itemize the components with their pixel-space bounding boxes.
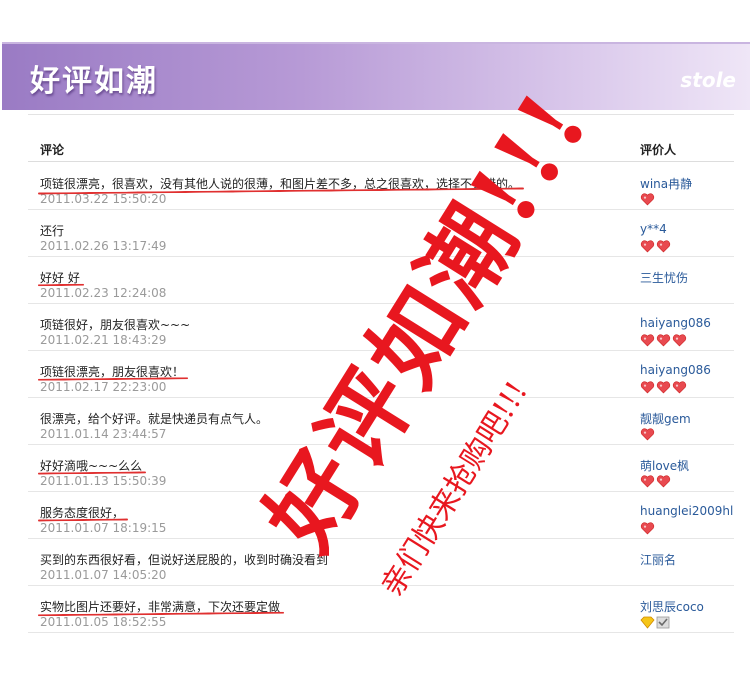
review-date: 2011.01.07 14:05:20: [40, 568, 167, 582]
heart-icon: [640, 379, 655, 394]
review-comment: 还行: [40, 224, 65, 238]
verified-icon: [656, 614, 671, 629]
reviewer-rating: [640, 379, 687, 394]
heart-icon: [640, 520, 655, 535]
heart-icon: [672, 332, 687, 347]
header-comment: 评论: [40, 143, 65, 157]
table-header: 评论 评价人: [28, 132, 734, 162]
reviewer-link[interactable]: wina冉静: [640, 175, 692, 192]
table-row: 项链很漂亮，很喜欢，没有其他人说的很薄，和图片差不多，总之很喜欢，选择不会错的。…: [28, 163, 734, 210]
heart-icon: [672, 379, 687, 394]
heart-icon: [640, 473, 655, 488]
table-row: 实物比图片还要好，非常满意，下次还要定做 2011.01.05 18:52:55 刘…: [28, 586, 734, 633]
table-row: 好好滴哦~~~么么 2011.01.13 15:50:39 萌love枫: [28, 445, 734, 492]
table-row: 项链很好，朋友很喜欢~~~ 2011.02.21 18:43:29 haiyang0…: [28, 304, 734, 351]
divider: [28, 114, 734, 115]
diamond-icon: [640, 614, 655, 629]
heart-icon: [640, 332, 655, 347]
heart-icon: [640, 238, 655, 253]
heart-icon: [656, 332, 671, 347]
reviewer-link[interactable]: haiyang086: [640, 363, 711, 377]
review-date: 2011.01.05 18:52:55: [40, 615, 167, 629]
header-reviewer: 评价人: [640, 143, 677, 157]
review-comment: 项链很好，朋友很喜欢~~~: [40, 318, 191, 332]
heart-icon: [656, 379, 671, 394]
reviewer-link[interactable]: 靓靓gem: [640, 410, 691, 427]
heart-icon: [656, 238, 671, 253]
review-date: 2011.01.13 15:50:39: [40, 474, 167, 488]
heart-icon: [640, 426, 655, 441]
review-date: 2011.01.14 23:44:57: [40, 427, 167, 441]
review-date: 2011.02.17 22:23:00: [40, 380, 167, 394]
table-row: 服务态度很好， 2011.01.07 18:19:15 huanglei2009hl: [28, 492, 734, 539]
reviewer-link[interactable]: 江丽名: [640, 551, 676, 568]
reviewer-link[interactable]: 刘思辰coco: [640, 598, 704, 615]
heart-icon: [640, 191, 655, 206]
banner: 好评如潮 stole: [2, 42, 750, 110]
reviewer-link[interactable]: haiyang086: [640, 316, 711, 330]
reviewer-link[interactable]: 萌love枫: [640, 457, 689, 474]
banner-title: 好评如潮: [30, 64, 158, 99]
reviewer-rating: [640, 238, 671, 253]
reviewer-rating: [640, 614, 671, 629]
reviewer-rating: [640, 426, 655, 441]
table-row: 很漂亮，给个好评。就是快递员有点气人。 2011.01.14 23:44:57 靓靓…: [28, 398, 734, 445]
table-row: 好好 好 2011.02.23 12:24:08 三生忧伤: [28, 257, 734, 304]
brand-logo: stole: [680, 68, 736, 92]
reviewer-link[interactable]: 三生忧伤: [640, 269, 688, 286]
reviewer-rating: [640, 473, 671, 488]
reviewer-rating: [640, 332, 687, 347]
review-comment: 买到的东西很好看，但说好送屁股的，收到时确没看到: [40, 553, 329, 567]
review-date: 2011.02.23 12:24:08: [40, 286, 167, 300]
reviewer-link[interactable]: y**4: [640, 222, 667, 236]
table-row: 买到的东西很好看，但说好送屁股的，收到时确没看到 2011.01.07 14:05…: [28, 539, 734, 586]
review-date: 2011.02.21 18:43:29: [40, 333, 167, 347]
table-row: 项链很漂亮，朋友很喜欢！ 2011.02.17 22:23:00 haiyang08…: [28, 351, 734, 398]
table-row: 还行 2011.02.26 13:17:49 y**4: [28, 210, 734, 257]
review-date: 2011.02.26 13:17:49: [40, 239, 167, 253]
review-comment: 很漂亮，给个好评。就是快递员有点气人。: [40, 412, 269, 426]
review-date: 2011.01.07 18:19:15: [40, 521, 167, 535]
heart-icon: [656, 473, 671, 488]
reviewer-link[interactable]: huanglei2009hl: [640, 504, 733, 518]
reviewer-rating: [640, 520, 655, 535]
reviewer-rating: [640, 191, 655, 206]
